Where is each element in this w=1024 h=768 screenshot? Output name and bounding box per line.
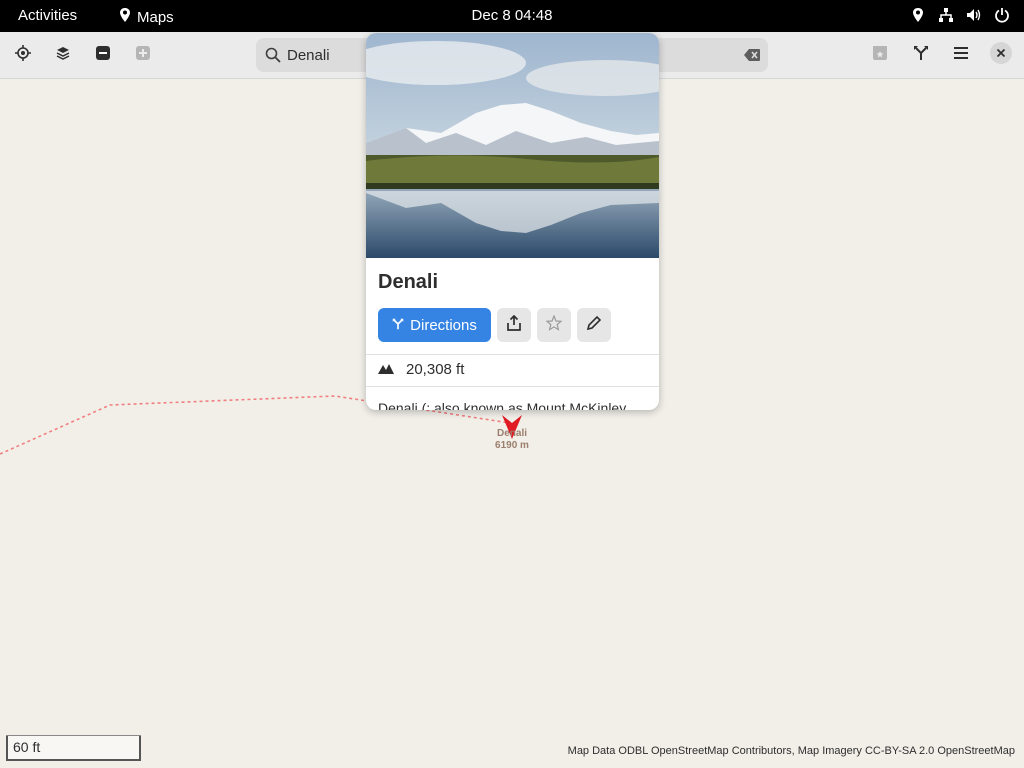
zoom-out-button[interactable] [88, 40, 118, 70]
directions-button[interactable]: Directions [378, 308, 491, 342]
share-button[interactable] [497, 308, 531, 342]
star-icon [545, 313, 563, 336]
favorites-button[interactable] [865, 40, 895, 70]
marker-label: Denali 6190 m [470, 428, 554, 452]
map-attribution: Map Data ODBL OpenStreetMap Contributors… [567, 745, 1015, 757]
favorites-icon [872, 45, 888, 66]
place-photo [366, 33, 659, 258]
route-button[interactable] [906, 40, 936, 70]
marker-elevation: 6190 m [495, 440, 529, 451]
volume-icon[interactable] [966, 7, 982, 23]
route-icon [913, 45, 929, 66]
place-title: Denali [378, 271, 439, 293]
location-icon[interactable] [910, 7, 926, 23]
marker-name: Denali [496, 428, 527, 439]
app-menu[interactable]: Maps [118, 7, 174, 27]
close-icon [990, 41, 1012, 69]
app-name: Maps [137, 8, 174, 26]
network-icon[interactable] [938, 7, 954, 23]
layers-icon [55, 45, 71, 66]
place-description: Denali (; also known as Mount McKinley [378, 400, 627, 410]
clock[interactable]: Dec 8 04:48 [472, 7, 553, 24]
search-icon [264, 46, 282, 64]
divider [366, 386, 659, 387]
pencil-icon [586, 315, 602, 336]
activities-button[interactable]: Activities [18, 7, 77, 24]
zoom-in-button[interactable] [128, 40, 158, 70]
divider [366, 354, 659, 355]
locate-icon [15, 44, 31, 66]
system-tray[interactable] [910, 7, 1010, 23]
locate-button[interactable] [8, 40, 38, 70]
directions-label: Directions [410, 316, 477, 334]
map-pin-icon [118, 7, 132, 27]
route-icon [392, 317, 404, 334]
edit-button[interactable] [577, 308, 611, 342]
mountain-icon [378, 361, 394, 378]
zoom-in-icon [135, 45, 151, 66]
elevation-value: 20,308 ft [406, 361, 465, 378]
favorite-button[interactable] [537, 308, 571, 342]
clear-search-icon[interactable] [744, 47, 760, 63]
layers-button[interactable] [48, 40, 78, 70]
place-popover: Denali Directions 20,308 ft Denali (; al… [366, 33, 659, 410]
main-menu-icon [953, 45, 969, 66]
main-menu-button[interactable] [946, 40, 976, 70]
top-bar: Activities Maps Dec 8 04:48 [0, 0, 1024, 32]
zoom-out-icon [95, 45, 111, 66]
close-button[interactable] [986, 40, 1016, 70]
share-icon [506, 314, 522, 336]
elevation-row: 20,308 ft [378, 361, 464, 378]
power-icon[interactable] [994, 7, 1010, 23]
scale-bar: 60 ft [6, 735, 141, 761]
